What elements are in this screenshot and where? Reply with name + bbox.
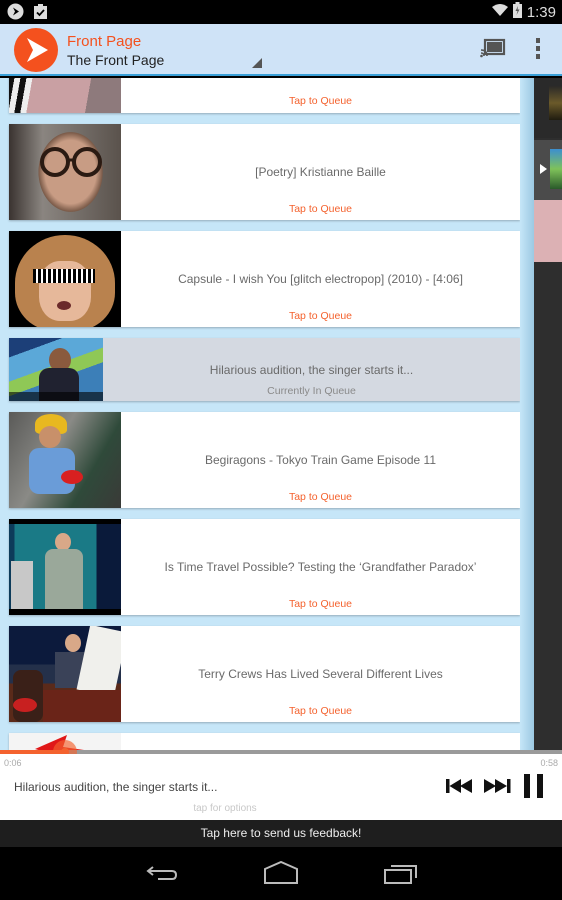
previous-button[interactable] — [446, 776, 474, 796]
queue-action[interactable]: Tap to Queue — [121, 95, 520, 107]
list-scroll-edge — [520, 78, 534, 754]
video-thumbnail — [9, 412, 121, 508]
dropdown-arrow-icon[interactable] — [252, 58, 262, 68]
recents-button[interactable] — [383, 861, 419, 885]
battery-charging-icon — [512, 2, 522, 22]
feedback-banner[interactable]: Tap here to send us feedback! — [0, 820, 562, 847]
skip-next-icon — [484, 779, 511, 793]
pause-button[interactable] — [523, 774, 545, 798]
queue-action[interactable]: Tap to Queue — [121, 491, 520, 503]
page-selector[interactable]: The Front Page — [67, 52, 164, 68]
queue-action[interactable]: Tap to Queue — [121, 310, 520, 322]
home-button[interactable] — [263, 860, 299, 885]
video-thumbnail — [9, 78, 121, 113]
queue-thumbnail — [549, 86, 562, 120]
video-thumbnail — [9, 231, 121, 327]
queue-action[interactable]: Tap to Queue — [121, 705, 520, 717]
video-title: Terry Crews Has Lived Several Different … — [198, 667, 443, 681]
next-button[interactable] — [483, 776, 511, 796]
video-title: Begiragons - Tokyo Train Game Episode 11 — [204, 453, 437, 467]
clipboard-check-icon — [32, 3, 49, 20]
now-playing-title[interactable]: Hilarious audition, the singer starts it… — [14, 780, 217, 794]
video-title: Capsule - I wish You [glitch electropop]… — [178, 272, 463, 286]
recents-icon — [384, 865, 417, 884]
queue-thumbnail — [550, 149, 562, 189]
cast-icon[interactable] — [480, 38, 506, 60]
video-card[interactable]: Is Time Travel Possible? Testing the ‘Gr… — [9, 519, 520, 615]
video-thumbnail — [9, 338, 103, 401]
video-card[interactable]: Begiragons - Tokyo Train Game Episode 11… — [9, 412, 520, 508]
queue-action[interactable]: Tap to Queue — [121, 598, 520, 610]
video-title: [Poetry] Kristianne Baille — [255, 165, 386, 179]
video-card[interactable]: [Poetry] Kristianne Baille Tap to Queue — [9, 124, 520, 220]
back-icon — [146, 866, 178, 880]
system-nav-bar — [0, 847, 562, 900]
overflow-menu-icon[interactable] — [533, 38, 543, 62]
skip-previous-icon — [446, 779, 472, 793]
video-thumbnail — [9, 626, 121, 722]
queue-item-playing[interactable] — [534, 140, 562, 200]
queue-item-previous[interactable] — [534, 78, 562, 138]
video-card-queued[interactable]: Hilarious audition, the singer starts it… — [9, 338, 520, 401]
action-bar: Front Page The Front Page — [0, 24, 562, 76]
wifi-icon — [491, 3, 508, 21]
video-title: Hilarious audition, the singer starts it… — [209, 363, 414, 377]
status-bar: 1:39 — [0, 0, 562, 24]
clock: 1:39 — [526, 3, 556, 21]
content-area: Tap to Queue [Poetry] Kristianne Baille … — [0, 78, 562, 754]
video-thumbnail — [9, 124, 121, 220]
current-time: 0:06 — [4, 758, 22, 768]
queue-status: Currently In Queue — [267, 385, 356, 397]
home-icon — [264, 860, 298, 884]
video-card[interactable]: Capsule - I wish You [glitch electropop]… — [9, 231, 520, 327]
video-list[interactable]: Tap to Queue [Poetry] Kristianne Baille … — [0, 78, 534, 754]
video-card[interactable]: Terry Crews Has Lived Several Different … — [9, 626, 520, 722]
video-title: Is Time Travel Possible? Testing the ‘Gr… — [164, 560, 477, 574]
app-notification-icon — [7, 3, 24, 20]
queue-drawer[interactable] — [534, 78, 562, 754]
mini-player[interactable]: 0:06 0:58 Hilarious audition, the singer… — [0, 754, 562, 820]
total-time: 0:58 — [540, 758, 558, 768]
queue-action[interactable]: Tap to Queue — [121, 203, 520, 215]
page-title: Front Page — [67, 33, 142, 50]
now-playing-icon — [540, 164, 547, 174]
back-button[interactable] — [144, 861, 180, 885]
video-card[interactable]: Tap to Queue — [9, 78, 520, 113]
app-logo-icon[interactable] — [14, 28, 58, 72]
options-hint[interactable]: tap for options — [0, 803, 450, 814]
video-thumbnail — [9, 519, 121, 615]
pause-icon — [524, 774, 543, 798]
queue-item-highlighted[interactable] — [534, 200, 562, 262]
